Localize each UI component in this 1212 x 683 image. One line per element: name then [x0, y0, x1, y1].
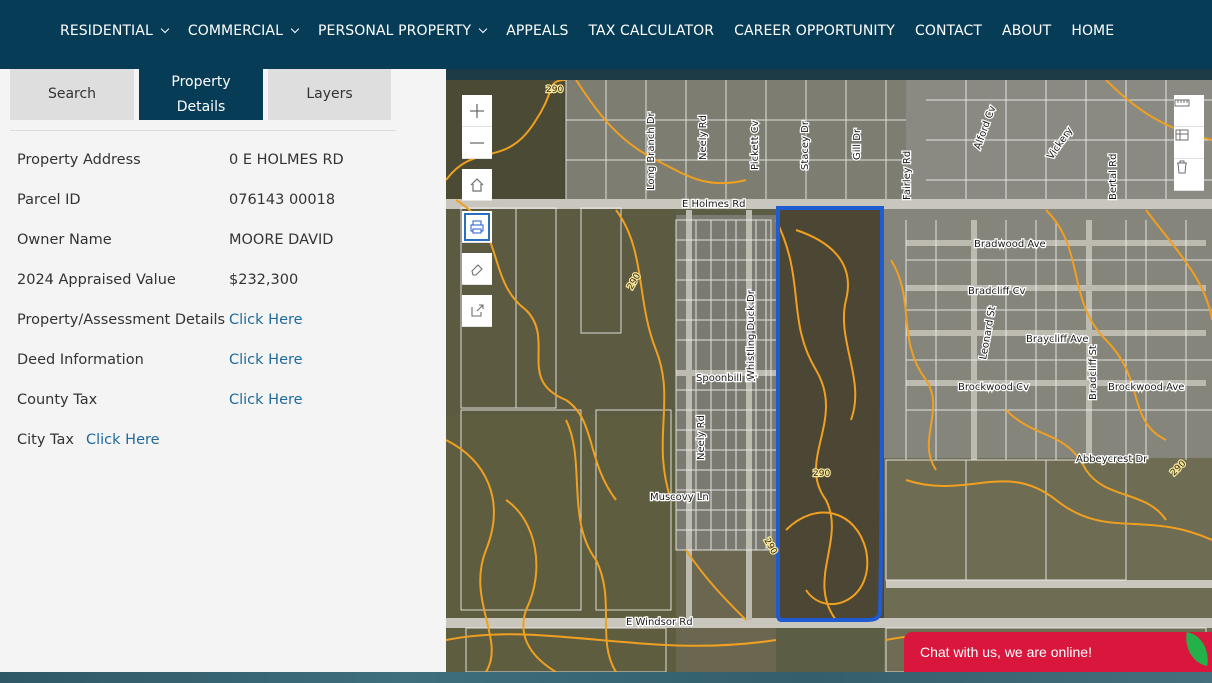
zoom-in-button[interactable] [462, 95, 492, 127]
deed-information-label: Deed Information [17, 352, 144, 368]
nav-personal-property[interactable]: PERSONAL PROPERTY [308, 23, 496, 39]
owner-name-value: MOORE DAVID [229, 232, 334, 248]
parcel-id-label: Parcel ID [17, 192, 81, 208]
map-label: Brockwood Cv [958, 382, 1029, 393]
top-navigation: RESIDENTIAL COMMERCIAL PERSONAL PROPERTY… [0, 0, 1212, 69]
map-imagery: E Holmes Rd Bradwood Ave Bradcliff Cv Br… [446, 80, 1212, 672]
nav-commercial[interactable]: COMMERCIAL [178, 23, 308, 39]
map-label: Muscovy Ln [650, 492, 709, 503]
map-label: Bradwood Ave [974, 239, 1046, 250]
chevron-down-icon [478, 24, 488, 34]
nav-residential[interactable]: RESIDENTIAL [50, 23, 178, 39]
measure-distance-button[interactable] [1174, 95, 1204, 127]
county-tax-link[interactable]: Click Here [229, 392, 303, 408]
clear-button[interactable] [1174, 159, 1204, 191]
map-label: Neely Rd [696, 415, 707, 460]
assessment-details-link[interactable]: Click Here [229, 312, 303, 328]
share-button[interactable] [462, 295, 492, 327]
map-label: Whistling Duck Dr [746, 289, 757, 380]
map-label: E Holmes Rd [682, 199, 746, 210]
map-label: Brockwood Ave [1108, 382, 1184, 393]
map-label: Fairley Rd [902, 151, 913, 200]
minus-icon [470, 141, 484, 144]
map-label: Pickett Cv [750, 120, 761, 170]
map-label: Braycliff Ave [1026, 334, 1088, 345]
parcel-id-value: 076143 00018 [229, 192, 336, 208]
appraised-value-value: $232,300 [229, 272, 299, 288]
printer-icon [470, 220, 484, 233]
map-label: Abbeycrest Dr [1076, 454, 1148, 465]
county-tax-label: County Tax [17, 392, 98, 408]
tab-property-details-line2: Details [176, 98, 226, 115]
map-label: E Windsor Rd [626, 617, 693, 628]
measure-area-button[interactable] [1174, 127, 1204, 159]
parcel-map[interactable]: E Holmes Rd Bradwood Ave Bradcliff Cv Br… [446, 80, 1212, 672]
tab-search[interactable]: Search [10, 69, 134, 120]
print-button[interactable] [462, 211, 492, 243]
map-label: Neely Rd [698, 115, 709, 160]
share-icon [471, 303, 484, 317]
contour-label: 290 [813, 469, 830, 479]
map-label: Long Branch Dr [646, 111, 657, 190]
eraser-icon [471, 263, 483, 276]
chevron-down-icon [290, 24, 300, 34]
property-address-value: 0 E HOLMES RD [229, 152, 344, 168]
nav-career-opportunity[interactable]: CAREER OPPORTUNITY [724, 23, 905, 39]
chat-label: Chat with us, we are online! [920, 644, 1092, 660]
map-label: Bradcliff Cv [968, 286, 1026, 297]
chevron-down-icon [160, 24, 170, 34]
tab-layers[interactable]: Layers [268, 69, 391, 120]
home-button[interactable] [462, 169, 492, 201]
trash-icon [1177, 160, 1187, 174]
tab-property-details-line1: Property [171, 73, 231, 90]
area-measure-icon [1175, 129, 1189, 141]
map-label: Stacey Dr [800, 120, 811, 170]
chat-widget[interactable]: Chat with us, we are online! [904, 631, 1212, 672]
nav-personal-property-label: PERSONAL PROPERTY [317, 23, 472, 39]
erase-button[interactable] [462, 253, 492, 285]
city-tax-link[interactable]: Click Here [86, 432, 160, 448]
nav-about[interactable]: ABOUT [992, 23, 1061, 39]
property-panel: Search Property Details Layers Property A… [0, 69, 446, 672]
footer-strip [0, 672, 1212, 683]
tab-layers-label: Layers [306, 86, 353, 102]
map-label: Bertal Rd [1108, 154, 1119, 200]
nav-commercial-label: COMMERCIAL [187, 23, 283, 39]
tab-property-details[interactable]: Property Details [139, 69, 263, 120]
divider [10, 130, 396, 131]
nav-contact[interactable]: CONTACT [905, 23, 992, 39]
leaf-icon [1181, 631, 1212, 667]
deed-information-link[interactable]: Click Here [229, 352, 303, 368]
ruler-icon [1174, 99, 1190, 107]
city-tax-label: City Tax [17, 432, 74, 448]
owner-name-label: Owner Name [17, 232, 112, 248]
nav-tax-calculator[interactable]: TAX CALCULATOR [578, 23, 724, 39]
plus-icon [470, 103, 484, 118]
map-label: Gill Dr [852, 128, 863, 160]
property-address-label: Property Address [17, 152, 141, 168]
home-icon [470, 177, 484, 192]
zoom-out-button[interactable] [462, 127, 492, 159]
assessment-details-label: Property/Assessment Details [17, 312, 226, 328]
nav-residential-label: RESIDENTIAL [60, 23, 153, 39]
nav-home[interactable]: HOME [1061, 23, 1124, 39]
appraised-value-label: 2024 Appraised Value [17, 272, 176, 288]
tab-search-label: Search [47, 86, 97, 102]
map-label: Bradcliff St [1088, 345, 1099, 400]
contour-label: 290 [546, 85, 563, 95]
tab-property-details-label: Property Details [171, 70, 230, 120]
nav-appeals[interactable]: APPEALS [496, 23, 578, 39]
